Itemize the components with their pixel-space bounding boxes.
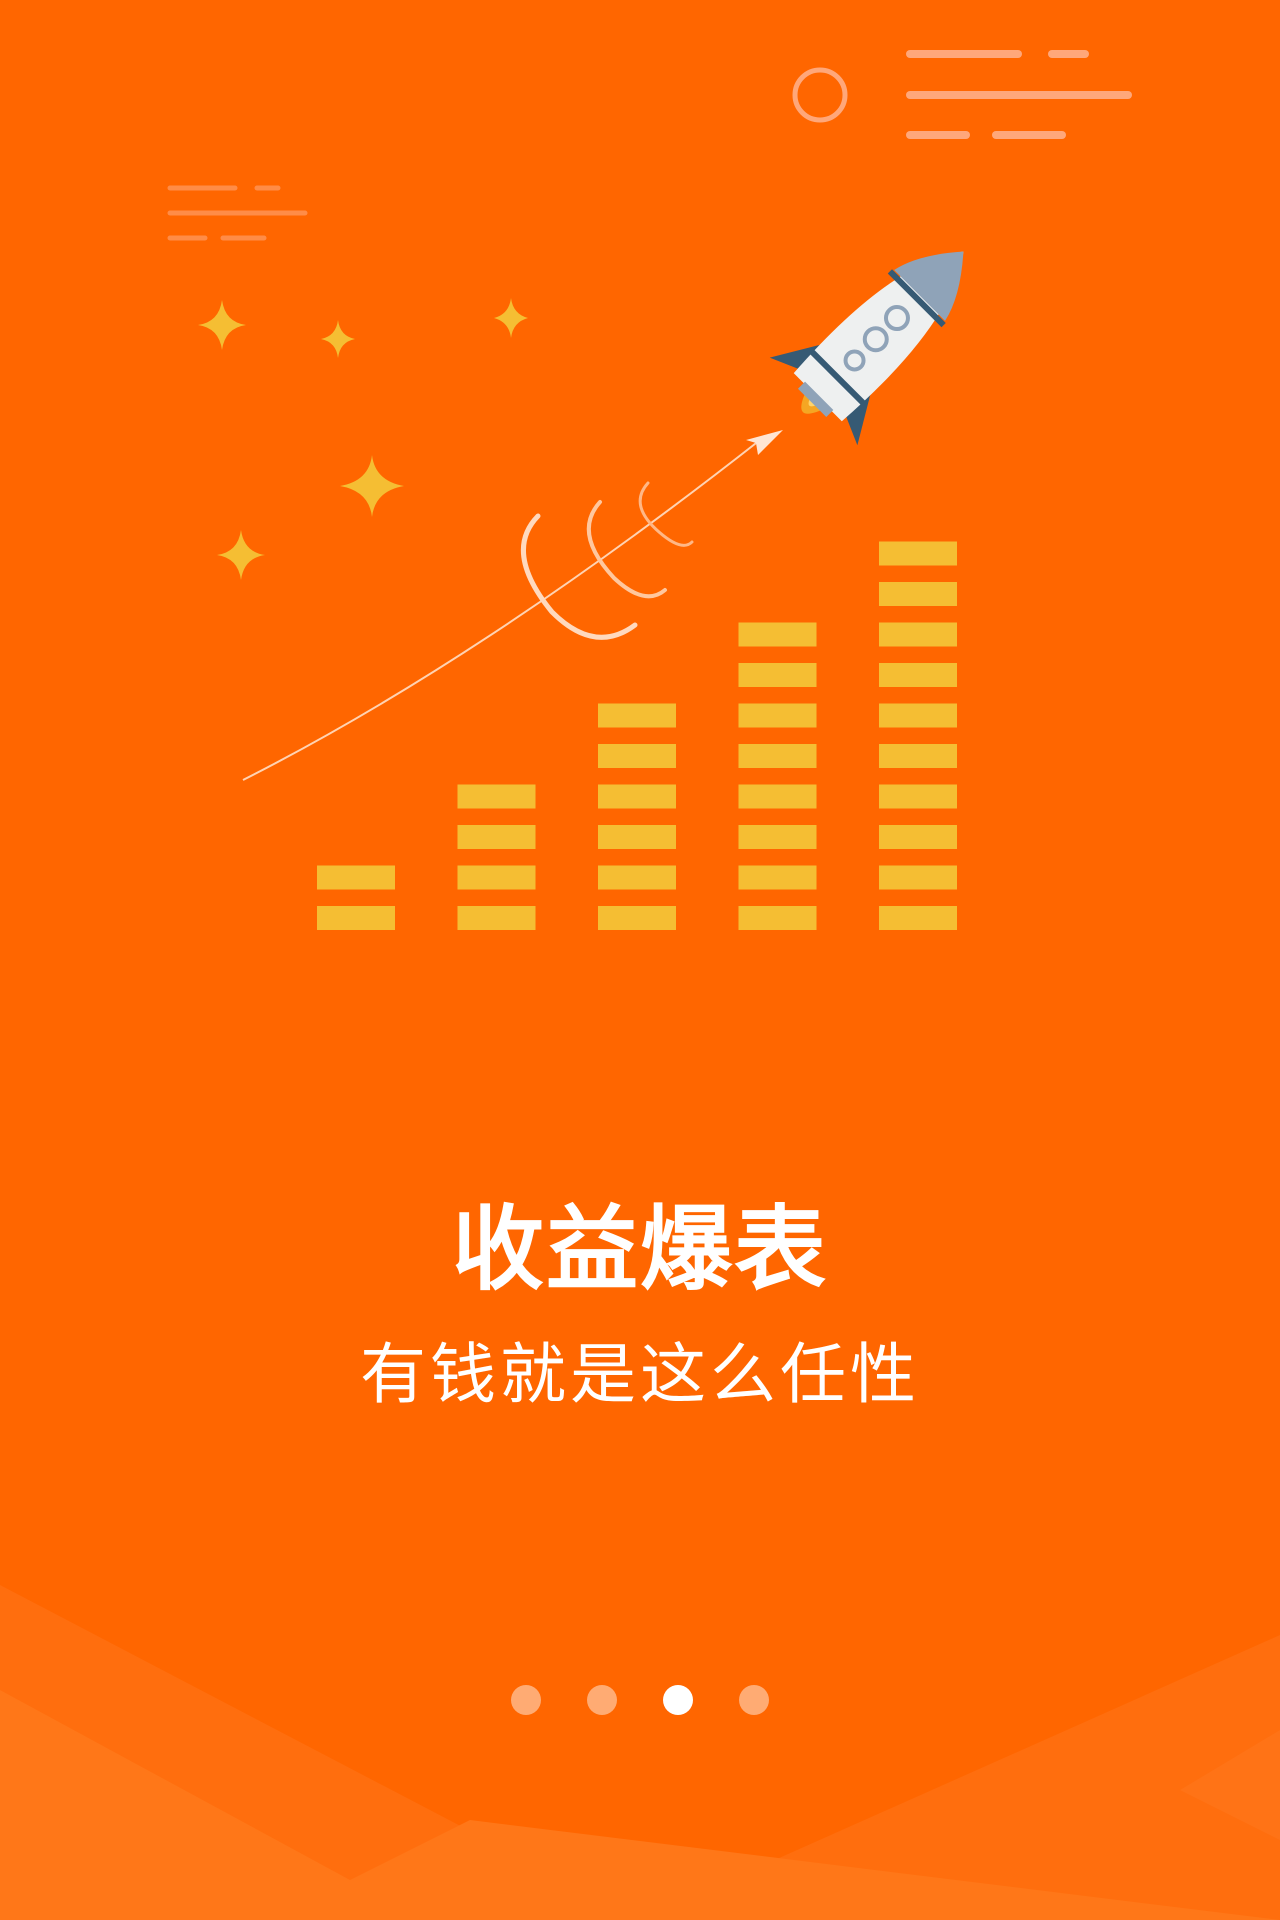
page-title: 收益爆表: [451, 1196, 828, 1303]
bar-segment: [457, 906, 536, 930]
page-dot[interactable]: [511, 1685, 541, 1715]
bar-column: [457, 784, 536, 930]
bar-segment: [879, 825, 957, 849]
bar-segment: [879, 663, 957, 687]
page-indicator[interactable]: [0, 1684, 1280, 1716]
bar-segment: [738, 622, 817, 647]
bar-column: [879, 541, 957, 930]
bar-segment: [879, 703, 957, 728]
sparkle-star-icon: [198, 300, 246, 350]
illustration: [167, 50, 1132, 930]
bar-segment: [598, 703, 676, 728]
bar-column: [738, 622, 817, 930]
bar-segment: [879, 784, 957, 809]
page-dot[interactable]: [739, 1685, 769, 1715]
bar-segment: [879, 865, 957, 890]
bar-segment: [738, 906, 817, 930]
bar-segment: [598, 906, 676, 930]
growth-arrow-icon: [242, 430, 783, 781]
bar-segment: [738, 825, 817, 849]
bar-segment: [317, 906, 395, 930]
page-dot[interactable]: [587, 1685, 617, 1715]
bar-segment: [879, 622, 957, 647]
bar-segment: [879, 906, 957, 930]
bar-segment: [598, 865, 676, 890]
sparkle-star-icon: [340, 455, 404, 517]
bar-segment: [457, 825, 536, 849]
bar-segment: [598, 825, 676, 849]
bar-segment: [457, 865, 536, 890]
bar-segment: [598, 784, 676, 809]
motion-arcs: [521, 481, 694, 640]
top-right-lines-decoration: [906, 50, 1132, 139]
bar-segment: [738, 784, 817, 809]
sparkle-stars: [198, 298, 528, 580]
bar-column: [598, 703, 676, 930]
top-left-lines-decoration: [167, 185, 308, 241]
bar-segment: [879, 744, 957, 768]
bar-column: [317, 865, 395, 930]
bar-segment: [879, 541, 957, 566]
circle-decoration: [792, 67, 848, 123]
rocket-icon: [769, 251, 964, 446]
bar-segment: [598, 744, 676, 768]
page-subtitle: 有钱就是这么任性: [360, 1336, 920, 1413]
bar-segment: [317, 865, 395, 890]
bar-segment: [738, 663, 817, 687]
sparkle-star-icon: [217, 530, 265, 580]
bar-chart-illustration: [317, 541, 957, 930]
bar-segment: [879, 582, 957, 606]
bar-segment: [738, 744, 817, 768]
bottom-wave-background: [0, 1585, 1280, 1920]
bar-segment: [738, 865, 817, 890]
bar-segment: [457, 784, 536, 809]
onboarding-screen[interactable]: 收益爆表 有钱就是这么任性: [0, 0, 1280, 1920]
bar-segment: [738, 703, 817, 728]
sparkle-star-icon: [321, 320, 355, 358]
sparkle-star-icon: [494, 298, 528, 338]
page-dot-active[interactable]: [663, 1685, 693, 1715]
